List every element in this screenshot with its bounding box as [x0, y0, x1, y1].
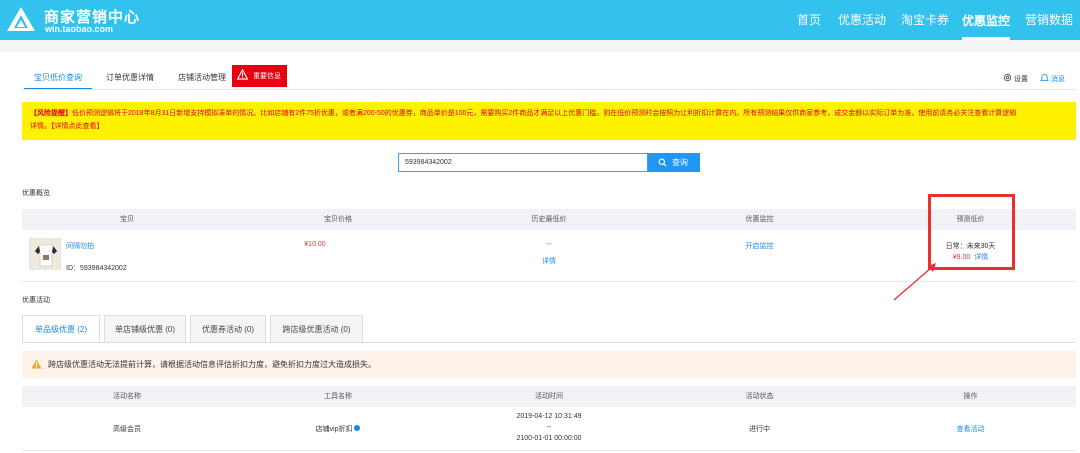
enable-monitor-link[interactable]: 开启监控 [654, 241, 865, 251]
activity-time-separator: -- [546, 424, 552, 431]
tshirt-image [30, 239, 60, 269]
settings-link[interactable]: 设置 [1003, 73, 1028, 84]
activity-name: 高级会员 [113, 426, 141, 433]
history-detail-link[interactable]: 详情 [444, 256, 654, 266]
arrow-annotation [893, 263, 936, 301]
search-button-label: 查询 [672, 158, 688, 167]
logo-icon [7, 7, 35, 31]
gear-icon [1003, 73, 1012, 82]
tab-coupon[interactable]: 优惠券活动 (0) [190, 315, 266, 342]
tab-single-shop[interactable]: 单店铺级优惠 (0) [104, 315, 186, 342]
top-bar: 商家营销中心 win.taobao.com 首页 优惠活动 淘宝卡券 优惠监控 … [0, 0, 1080, 67]
col-activity-name: 活动名称 [113, 393, 141, 400]
col-price: 宝贝价格 [324, 216, 352, 223]
risk-notice: 【风险提醒】低价预测逻辑将于2018年8月31日新增支持模拟凑单的情况。比如店铺… [22, 102, 1076, 140]
notice-link[interactable]: 【详情点此查看】 [51, 123, 104, 130]
view-activity-link[interactable]: 查看活动 [865, 424, 1076, 434]
activity-start-time: 2019-04-12 10:31:49 [516, 413, 582, 420]
activity-status: 进行中 [749, 426, 770, 433]
item-id: ID：593984342002 [66, 265, 127, 272]
product-thumbnail[interactable] [29, 238, 61, 270]
campaign-title: 优惠活动 [22, 297, 50, 304]
campaign-table-header: 活动名称 工具名称 活动时间 活动状态 操作 [22, 386, 1076, 407]
info-dot-icon [354, 425, 361, 431]
messages-label: 消息 [1050, 76, 1065, 83]
search-button[interactable]: 查询 [648, 153, 700, 172]
important-info-label: 重要信息 [253, 73, 281, 80]
col-activity-time: 活动时间 [535, 393, 563, 400]
tool-name: 店铺vip折扣 [315, 426, 353, 433]
warning-icon [237, 69, 248, 80]
item-price: ¥10.00 [304, 241, 326, 248]
settings-label: 设置 [1013, 76, 1028, 83]
tab-order-detail[interactable]: 订单优惠详情 [106, 72, 154, 83]
notice-label: 【风险提醒】 [30, 110, 72, 117]
activity-end-time: 2100-01-01 00:00:00 [516, 435, 582, 442]
tab-cross-shop[interactable]: 跨店级优惠活动 (0) [270, 315, 363, 342]
row-divider [22, 450, 1076, 451]
col-monitor: 优惠监控 [745, 216, 774, 223]
notice-text-2: 详情。 [30, 123, 51, 130]
campaign-tabs-divider [22, 342, 1076, 343]
col-tool-name: 工具名称 [324, 393, 352, 400]
bell-icon [1039, 74, 1050, 82]
nav-coupons[interactable]: 淘宝卡券 [901, 0, 949, 40]
important-info-tab[interactable]: 重要信息 [232, 65, 287, 87]
col-activity-status: 活动状态 [745, 393, 774, 400]
highlight-box [928, 194, 1015, 270]
tabs-divider [22, 89, 1076, 90]
tab-single-item[interactable]: 单品级优惠 (2) [22, 315, 100, 343]
tab-shop-activity[interactable]: 店铺活动管理 [178, 72, 226, 83]
search-input[interactable]: 593984342002 [398, 153, 648, 172]
nav-home[interactable]: 首页 [797, 0, 821, 40]
tool-name-group: 店铺vip折扣 [232, 424, 444, 434]
overview-table-header: 宝贝 宝贝价格 历史最低价 优惠监控 预测低价 [22, 209, 1076, 230]
notice-text: 低价预测逻辑将于2018年8月31日新增支持模拟凑单的情况。比如店铺有2件75折… [72, 110, 1017, 117]
brand-url: win.taobao.com [45, 24, 114, 34]
history-low-value: -- [546, 241, 552, 248]
nav-data[interactable]: 营销数据中 [1025, 0, 1080, 67]
overview-title: 优惠概览 [22, 190, 50, 197]
nav-promotions[interactable]: 优惠活动 [838, 0, 886, 40]
col-history-low: 历史最低价 [531, 216, 567, 223]
warning-text: 跨店级优惠活动无法提前计算，请根据活动信息评估折扣力度，避免折扣力度过大造成损失… [48, 360, 376, 369]
tab-price-query[interactable]: 宝贝低价查询 [34, 72, 82, 83]
search-icon [658, 158, 667, 167]
col-operation: 操作 [963, 393, 978, 400]
col-item: 宝贝 [120, 216, 134, 223]
cross-shop-warning: 跨店级优惠活动无法提前计算，请根据活动信息评估折扣力度，避免折扣力度过大造成损失… [22, 351, 1076, 378]
nav-monitor[interactable]: 优惠监控 [962, 0, 1011, 40]
item-name[interactable]: 间隔勿拍 [66, 241, 94, 251]
messages-link[interactable]: 消息 [1039, 73, 1065, 84]
warning-icon [31, 359, 42, 369]
sub-header [0, 40, 1080, 52]
